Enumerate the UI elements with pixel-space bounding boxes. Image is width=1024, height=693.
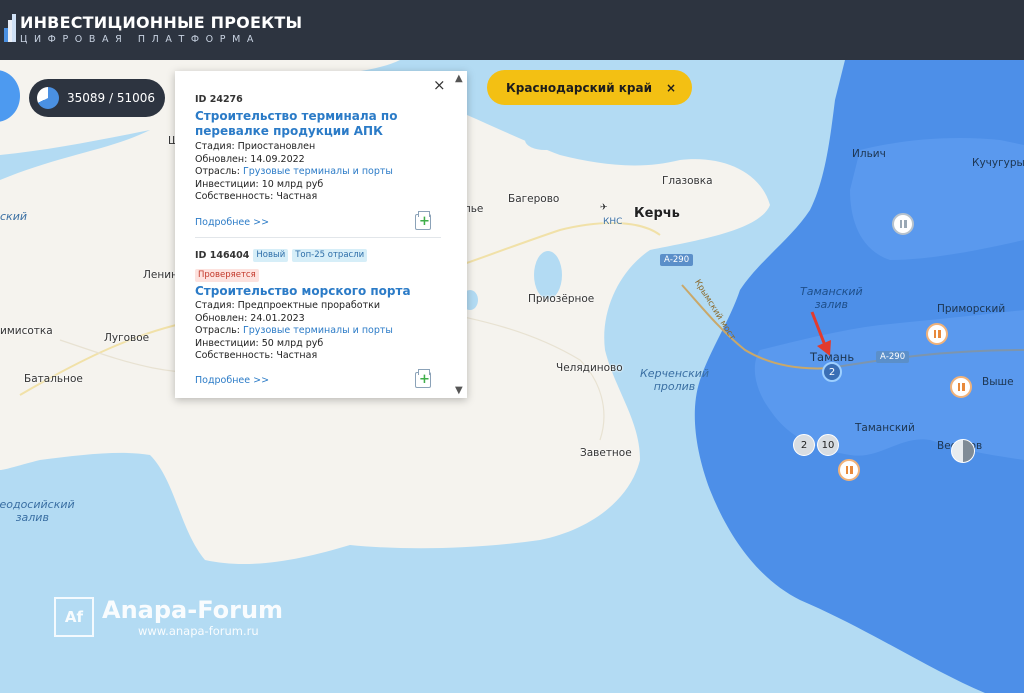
cluster-marker[interactable]: 10	[817, 434, 839, 456]
project-marker-paused[interactable]	[950, 376, 972, 398]
red-arrow-icon	[810, 311, 831, 356]
road-badge-a290-east: А-290	[876, 351, 910, 363]
project-marker-paused[interactable]	[926, 323, 948, 345]
project-id-row: ID 146404 Новый Топ-25 отрасли	[195, 248, 441, 262]
label-batalnoe: Батальное	[24, 373, 83, 385]
watermark-logo: Af	[54, 597, 94, 637]
industry-label: Отрасль:	[195, 166, 243, 178]
card-divider	[195, 237, 441, 238]
more-details-link[interactable]: Подробнее >>	[195, 217, 269, 228]
project-id: ID 24276	[195, 93, 243, 105]
status-badge: Проверяется	[195, 269, 259, 282]
project-industry: Отрасль: Грузовые терминалы и порты	[195, 166, 441, 179]
road-badge-a290-west: А-290	[660, 254, 694, 266]
project-card: ID 146404 Новый Топ-25 отрасли Проверяет…	[195, 248, 441, 388]
label-glazovka: Глазовка	[662, 175, 713, 187]
label-kerch-strait: Керченский пролив	[640, 367, 710, 393]
scroll-up-icon[interactable]: ▲	[455, 73, 463, 84]
project-industry: Отрасль: Грузовые терминалы и порты	[195, 325, 441, 338]
project-title-link[interactable]: Строительство терминала по перевалке про…	[195, 109, 441, 139]
industry-label: Отрасль:	[195, 325, 243, 337]
label-bagerovo: Багерово	[508, 193, 560, 205]
popup-scrollbar[interactable]: ▲ ▼	[453, 71, 467, 398]
project-title-link[interactable]: Строительство морского порта	[195, 284, 441, 299]
platform-logo[interactable]: ИНВЕСТИЦИОННЫЕ ПРОЕКТЫ ЦИФРОВАЯ ПЛАТФОРМ…	[4, 14, 302, 45]
project-investment: Инвестиции: 50 млрд руб	[195, 337, 324, 349]
label-left-edge: ский	[0, 210, 27, 223]
project-counter-text: 35089 / 51006	[67, 91, 156, 105]
logo-bars-icon	[4, 14, 16, 42]
tag-top: Топ-25 отрасли	[292, 248, 368, 262]
label-kerch: Керчь	[634, 206, 680, 221]
project-stage: Стадия: Предпроектные проработки	[195, 300, 381, 311]
project-counter[interactable]: 35089 / 51006	[29, 79, 166, 117]
label-feodosia-bay: Феодосийский залив	[0, 498, 75, 524]
watermark: Af Anapa-Forum www.anapa-forum.ru	[54, 597, 283, 638]
label-prizernoe: Приозёрное	[528, 293, 595, 305]
label-tamansky: Таманский	[855, 422, 915, 434]
project-ownership: Собственность: Частная	[195, 191, 318, 203]
tag-new: Новый	[253, 248, 289, 262]
cluster-pie-marker[interactable]	[951, 439, 975, 463]
airport-icon: ✈	[600, 203, 608, 213]
project-investment: Инвестиции: 10 млрд руб	[195, 178, 324, 190]
pie-chart-icon	[37, 87, 59, 109]
region-filter-close-icon[interactable]: ×	[666, 81, 676, 95]
lake-2	[534, 251, 562, 299]
region-filter-label: Краснодарский край	[506, 80, 653, 95]
region-filter-chip[interactable]: Краснодарский край ×	[487, 70, 693, 105]
project-marker-paused[interactable]	[838, 459, 860, 481]
more-details-link[interactable]: Подробнее >>	[195, 375, 269, 386]
label-vyshesteb: Выше	[982, 376, 1014, 388]
label-kamysheva: имисотка	[0, 325, 53, 337]
project-stage: Стадия: Приостановлен	[195, 141, 316, 152]
project-card: ID 24276 Строительство терминала по пере…	[195, 92, 441, 230]
project-ownership: Собственность: Частная	[195, 350, 318, 362]
project-updated: Обновлен: 24.01.2023	[195, 312, 305, 324]
logo-subtitle: ЦИФРОВАЯ ПЛАТФОРМА	[20, 34, 260, 45]
lake-4	[525, 130, 565, 150]
project-marker-paused[interactable]	[892, 213, 914, 235]
map-canvas[interactable]: Глазовка Багерово ✈ КНС Керчь лье Приозё…	[0, 60, 1024, 693]
cluster-marker-selected[interactable]: 2	[822, 362, 842, 382]
cluster-marker[interactable]: 2	[793, 434, 815, 456]
logo-title: ИНВЕСТИЦИОННЫЕ ПРОЕКТЫ	[20, 13, 303, 32]
add-to-folder-icon[interactable]: +	[415, 369, 431, 388]
project-list-popup: × ▲ ▼ ID 24276 Строительство терминала п…	[175, 71, 467, 398]
app-header: ИНВЕСТИЦИОННЫЕ ПРОЕКТЫ ЦИФРОВАЯ ПЛАТФОРМ…	[0, 0, 1024, 60]
industry-link[interactable]: Грузовые терминалы и порты	[243, 166, 393, 177]
add-to-folder-icon[interactable]: +	[415, 211, 431, 230]
label-primorsky: Приморский	[937, 303, 1006, 315]
label-ilyich: Ильич	[852, 148, 886, 160]
label-kuchuguri: Кучугуры	[972, 157, 1024, 169]
industry-link[interactable]: Грузовые терминалы и порты	[243, 325, 393, 336]
watermark-url: www.anapa-forum.ru	[138, 624, 259, 638]
label-kns: КНС	[603, 217, 623, 227]
label-taman-bay: Таманский залив	[800, 285, 863, 311]
project-updated: Обновлен: 14.09.2022	[195, 153, 305, 165]
label-zavetnoe: Заветное	[580, 447, 632, 459]
label-lugovoe: Луговое	[104, 332, 150, 344]
watermark-title: Anapa-Forum	[102, 596, 284, 624]
project-id: ID 146404	[195, 249, 250, 261]
label-chelyadinovo: Челядиново	[556, 362, 623, 374]
scroll-down-icon[interactable]: ▼	[455, 385, 463, 396]
